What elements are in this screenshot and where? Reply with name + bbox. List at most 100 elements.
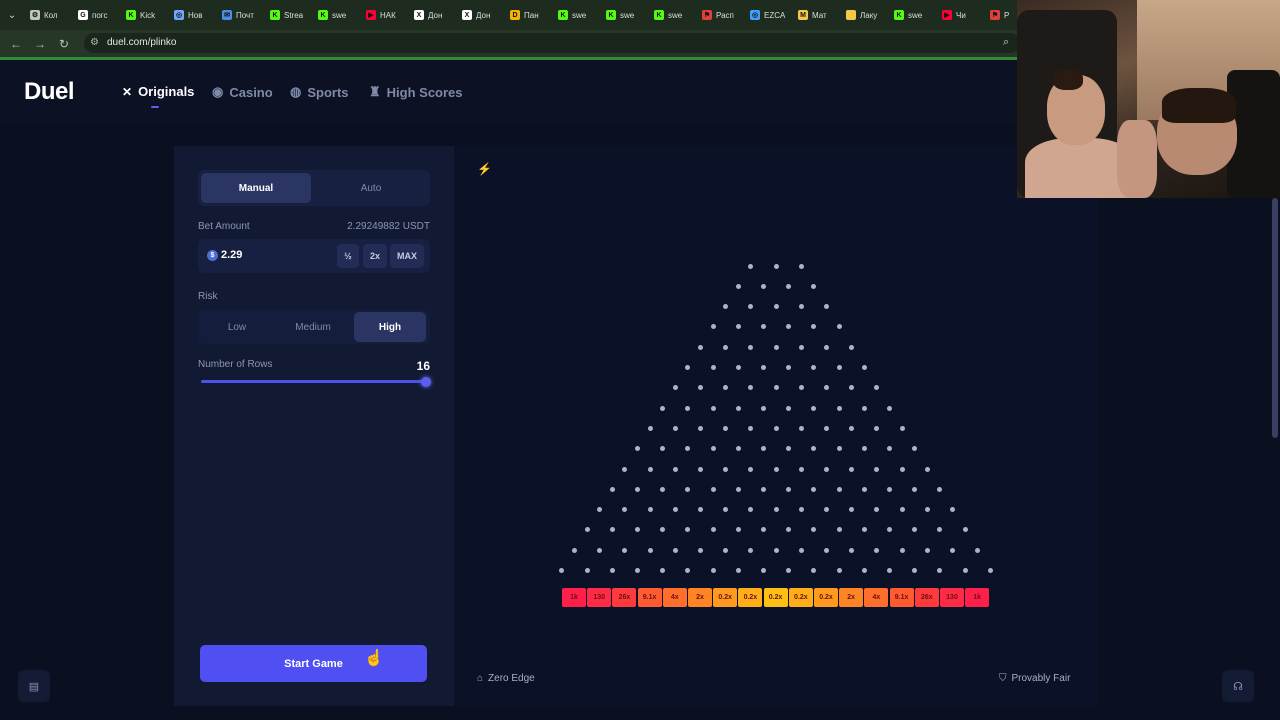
rows-slider-track[interactable] [201, 380, 427, 383]
page-scrollbar[interactable] [1272, 198, 1278, 438]
browser-tab[interactable]: K Kick [120, 4, 166, 26]
peg [849, 466, 855, 472]
lightning-icon[interactable]: ⚡ [477, 162, 492, 176]
peg [924, 466, 930, 472]
peg [723, 547, 729, 553]
browser-tab[interactable]: ◎ Нов [168, 4, 214, 26]
browser-tab[interactable]: D Пан [504, 4, 550, 26]
peg [975, 547, 981, 553]
peg [634, 486, 640, 492]
multiplier-slot: 26x [914, 588, 939, 607]
browser-tab[interactable]: K Strea [264, 4, 310, 26]
risk-low-button[interactable]: Low [201, 312, 273, 342]
back-icon[interactable]: ← [4, 37, 28, 51]
flag-icon: ⚑ [702, 10, 712, 20]
browser-tab-label: Strea [284, 10, 304, 20]
zero-edge-link[interactable]: ⌂ Zero Edge [477, 673, 535, 684]
browser-tab[interactable]: Kswe [600, 4, 646, 26]
nav-sports[interactable]: ◍ Sports [290, 84, 349, 100]
browser-tab[interactable]: Kswe [312, 4, 358, 26]
browser-tab-label: Чи [956, 10, 966, 20]
peg [697, 466, 703, 472]
nav-originals[interactable]: ✕ Originals [122, 84, 194, 99]
site-logo[interactable]: Duel [24, 78, 75, 106]
half-bet-button[interactable]: ½ [337, 244, 359, 268]
start-game-button[interactable]: Start Game [200, 645, 427, 682]
browser-tab[interactable]: ▶ Чи [936, 4, 982, 26]
nav-active-indicator [151, 106, 159, 108]
d-icon: D [510, 10, 520, 20]
peg [735, 486, 741, 492]
peg [647, 507, 653, 513]
url-text[interactable]: duel.com/plinko [107, 37, 176, 48]
browser-tab[interactable]: Kswe [552, 4, 598, 26]
browser-tab[interactable]: ⚡ Лаку [840, 4, 886, 26]
risk-high-button[interactable]: High [354, 312, 426, 342]
manual-tab[interactable]: Manual [201, 173, 311, 203]
zoom-icon[interactable]: ⌕ [1003, 36, 1009, 49]
peg [773, 344, 779, 350]
casino-icon: ◉ [212, 84, 224, 99]
x-icon: X [414, 10, 424, 20]
browser-tab-label: swe [668, 10, 683, 20]
headset-icon[interactable]: ☊ [1222, 670, 1254, 702]
rows-slider-thumb[interactable] [421, 377, 431, 387]
browser-tab[interactable]: Kswe [648, 4, 694, 26]
browser-tab[interactable]: ⚙ Кол [24, 4, 70, 26]
browser-tab[interactable]: ✉ Почт [216, 4, 262, 26]
peg [622, 466, 628, 472]
auto-tab[interactable]: Auto [316, 173, 426, 203]
nav-high-scores[interactable]: ♜ High Scores [369, 84, 463, 100]
peg [861, 568, 867, 573]
browser-tab-label: Кол [44, 10, 58, 20]
google-icon: G [78, 10, 88, 20]
mouse-cursor-icon: ☝ [364, 650, 384, 667]
peg [924, 507, 930, 513]
peg [697, 507, 703, 513]
peg [811, 405, 817, 411]
provably-fair-link[interactable]: ⛉ Provably Fair [999, 673, 1070, 684]
multiplier-slot: 130 [587, 588, 612, 607]
peg [660, 405, 666, 411]
risk-medium-button[interactable]: Medium [277, 312, 349, 342]
peg [912, 486, 918, 492]
peg [735, 283, 741, 289]
browser-tab[interactable]: Gпогс [72, 4, 118, 26]
peg [735, 446, 741, 452]
browser-tab[interactable]: ▶ НАК [360, 4, 406, 26]
browser-tab[interactable]: M Мат [792, 4, 838, 26]
peg [861, 405, 867, 411]
multiplier-slot: 9.1x [637, 588, 662, 607]
peg [584, 568, 590, 573]
browser-tab[interactable]: ⚑ Расп [696, 4, 742, 26]
peg [899, 547, 905, 553]
peg [861, 446, 867, 452]
peg [748, 263, 754, 269]
multiplier-slot: 26x [612, 588, 637, 607]
webcam-person [1053, 70, 1083, 90]
bet-amount-value[interactable]: 2.29 [221, 249, 242, 261]
tab-search-icon[interactable]: ⌄ [0, 0, 24, 30]
reload-icon[interactable]: ↻ [52, 37, 76, 51]
address-bar[interactable] [84, 33, 1020, 53]
nav-casino[interactable]: ◉ Casino [212, 84, 273, 100]
peg [773, 304, 779, 310]
browser-tab[interactable]: Kswe [888, 4, 934, 26]
chat-icon[interactable]: ▤ [18, 670, 50, 702]
peg [609, 568, 615, 573]
browser-tab-label: swe [332, 10, 347, 20]
browser-tab[interactable]: X Дон [456, 4, 502, 26]
peg [786, 283, 792, 289]
browser-tab[interactable]: ◎ EZCA [744, 4, 790, 26]
forward-icon[interactable]: → [28, 37, 52, 51]
browser-tab[interactable]: X Дон [408, 4, 454, 26]
max-bet-button[interactable]: MAX [390, 244, 424, 268]
youtube-icon: ▶ [366, 10, 376, 20]
site-info-icon[interactable]: ⚙ [90, 37, 99, 48]
peg [773, 466, 779, 472]
browser-tab-label: swe [620, 10, 635, 20]
double-bet-button[interactable]: 2x [363, 244, 387, 268]
webcam-overlay [1017, 0, 1280, 198]
m-icon: M [798, 10, 808, 20]
peg [798, 425, 804, 431]
